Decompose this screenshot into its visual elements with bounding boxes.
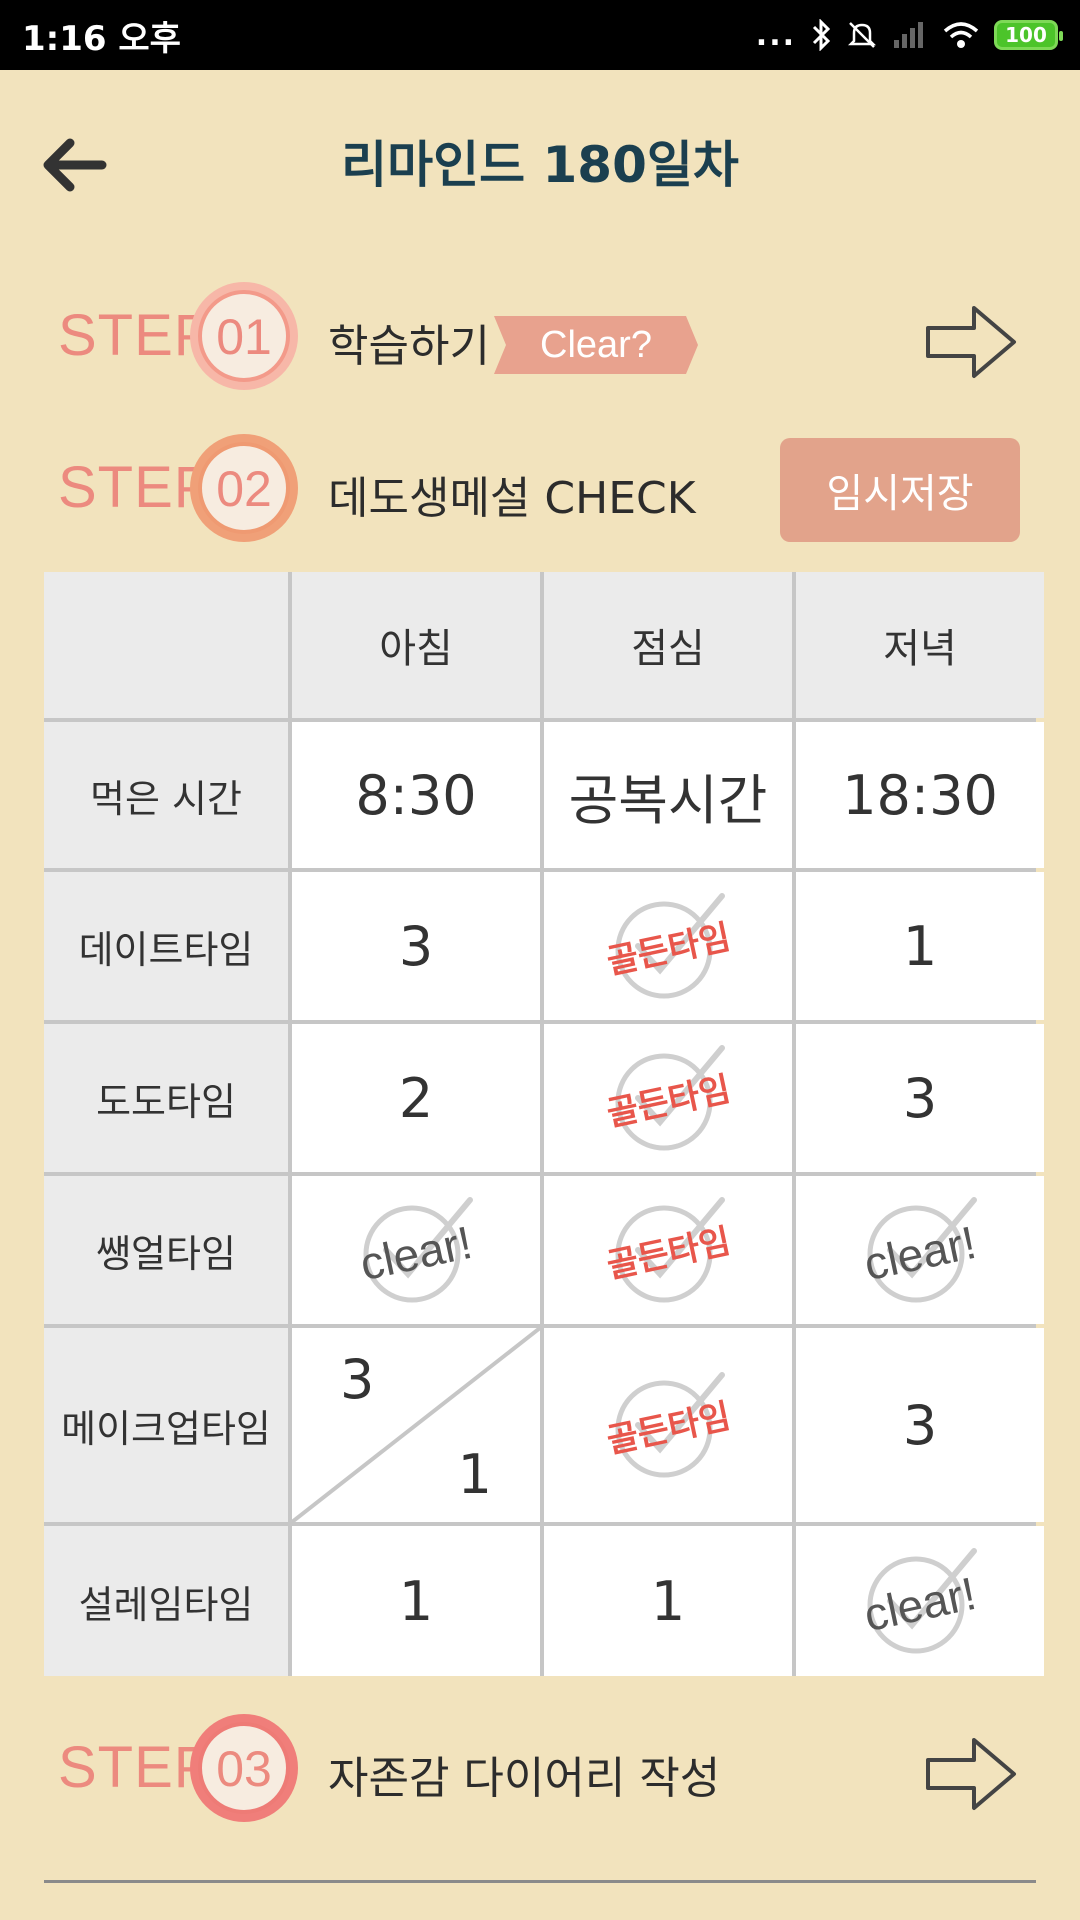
step-number-badge: 03: [188, 1712, 300, 1824]
bluetooth-icon: [810, 19, 832, 51]
step-number: 02: [188, 460, 300, 518]
table-cell[interactable]: 8:30: [292, 722, 540, 868]
table-corner: [44, 572, 288, 718]
diagonal-divider: [292, 1328, 540, 1522]
row-header-meal-time: 먹은 시간: [44, 722, 288, 868]
mute-bell-icon: [846, 19, 878, 51]
step-1-next-button[interactable]: [924, 302, 1020, 382]
split-bottom-value: 1: [458, 1443, 492, 1506]
step-number-badge: 02: [188, 432, 300, 544]
status-time: 1:16 오후: [22, 11, 181, 60]
table-cell[interactable]: 18:30: [796, 722, 1044, 868]
golden-time-stamp: 골든타임: [598, 1028, 738, 1168]
clear-tag-label: Clear?: [494, 324, 698, 367]
table-cell[interactable]: clear!: [796, 1526, 1044, 1676]
golden-time-stamp: 골든타임: [598, 1355, 738, 1495]
table-cell[interactable]: clear!: [796, 1176, 1044, 1324]
right-arrow-icon: [924, 1734, 1020, 1814]
battery-icon: 100: [994, 20, 1058, 50]
step-3-row[interactable]: STEP 03 자존감 다이어리 작성: [0, 1712, 1080, 1822]
step-title: 학습하기: [328, 310, 490, 374]
step-1-row[interactable]: STEP 01 학습하기 Clear?: [0, 280, 1080, 390]
step-number: 01: [188, 308, 300, 366]
table-cell[interactable]: 2: [292, 1024, 540, 1172]
step-title: 자존감 다이어리 작성: [328, 1742, 720, 1806]
check-table: 아침 점심 저녁 먹은 시간 8:30 공복시간 18:30 데이트타임 3 골…: [44, 572, 1036, 1676]
clear-tag: Clear?: [494, 316, 698, 374]
step-title: 데도생메설 CHECK: [328, 462, 696, 526]
status-icons: ... 100: [756, 18, 1058, 53]
header: 리마인드 180일차: [0, 70, 1080, 250]
step-number-badge: 01: [188, 280, 300, 392]
step-3-next-button[interactable]: [924, 1734, 1020, 1814]
clear-stamp: clear!: [346, 1180, 486, 1320]
row-header-no-makeup-time: 쌩얼타임: [44, 1176, 288, 1324]
table-cell[interactable]: 3: [796, 1328, 1044, 1522]
table-cell[interactable]: 1: [796, 872, 1044, 1020]
split-top-value: 3: [340, 1348, 374, 1411]
right-arrow-icon: [924, 302, 1020, 382]
split-table-cell[interactable]: 3 1: [292, 1328, 540, 1522]
table-cell[interactable]: 골든타임: [544, 1176, 792, 1324]
column-header-dinner: 저녁: [796, 572, 1044, 718]
row-header-date-time: 데이트타임: [44, 872, 288, 1020]
table-cell[interactable]: 골든타임: [544, 872, 792, 1020]
step-2-row: STEP 02 데도생메설 CHECK 임시저장: [0, 432, 1080, 542]
page-title: 리마인드 180일차: [0, 125, 1080, 197]
golden-time-stamp: 골든타임: [598, 1180, 738, 1320]
table-cell[interactable]: 1: [544, 1526, 792, 1676]
table-cell[interactable]: clear!: [292, 1176, 540, 1324]
row-header-dodo-time: 도도타임: [44, 1024, 288, 1172]
row-header-flutter-time: 설레임타임: [44, 1526, 288, 1676]
table-cell[interactable]: 1: [292, 1526, 540, 1676]
wifi-icon: [942, 20, 980, 50]
column-header-morning: 아침: [292, 572, 540, 718]
bottom-divider: [44, 1880, 1036, 1883]
signal-icon: [892, 20, 928, 50]
row-header-makeup-time: 메이크업타임: [44, 1328, 288, 1522]
temp-save-button[interactable]: 임시저장: [780, 438, 1020, 542]
step-number: 03: [188, 1740, 300, 1798]
status-bar: 1:16 오후 ... 100: [0, 0, 1080, 70]
column-header-lunch: 점심: [544, 572, 792, 718]
table-cell[interactable]: 공복시간: [544, 722, 792, 868]
table-cell[interactable]: 3: [796, 1024, 1044, 1172]
clear-stamp: clear!: [850, 1531, 990, 1671]
table-cell[interactable]: 3: [292, 872, 540, 1020]
golden-time-stamp: 골든타임: [598, 876, 738, 1016]
more-notifications-icon: ...: [756, 18, 796, 53]
clear-stamp: clear!: [850, 1180, 990, 1320]
table-cell[interactable]: 골든타임: [544, 1328, 792, 1522]
table-cell[interactable]: 골든타임: [544, 1024, 792, 1172]
